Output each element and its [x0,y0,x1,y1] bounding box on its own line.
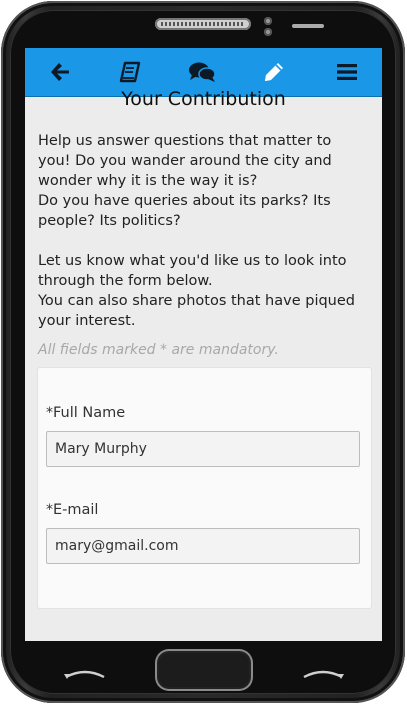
contribution-form: *Full Name *E-mail [37,367,372,609]
page-title: Your Contribution [121,88,286,110]
full-name-label: *Full Name [46,405,125,421]
required-asterisk: * [46,502,53,518]
home-button[interactable] [155,649,253,691]
intro-text: Help us answer questions that matter to … [38,131,368,331]
required-asterisk: * [46,405,53,421]
intro-paragraph: You can also share photos that have piqu… [38,293,355,329]
mandatory-fields-note: All fields marked * are mandatory. [38,342,279,358]
intro-paragraph: Help us answer questions that matter to … [38,133,332,189]
email-label: *E-mail [46,502,98,518]
hardware-menu-icon[interactable] [298,666,348,680]
full-name-label-text: Full Name [53,405,126,421]
hardware-back-icon[interactable] [60,666,110,680]
email-input[interactable] [46,528,360,564]
intro-paragraph: Let us know what you'd like us to look i… [38,253,347,289]
full-name-input[interactable] [46,431,360,467]
email-label-text: E-mail [53,502,99,518]
intro-paragraph: Do you have queries about its parks? Its… [38,193,331,229]
